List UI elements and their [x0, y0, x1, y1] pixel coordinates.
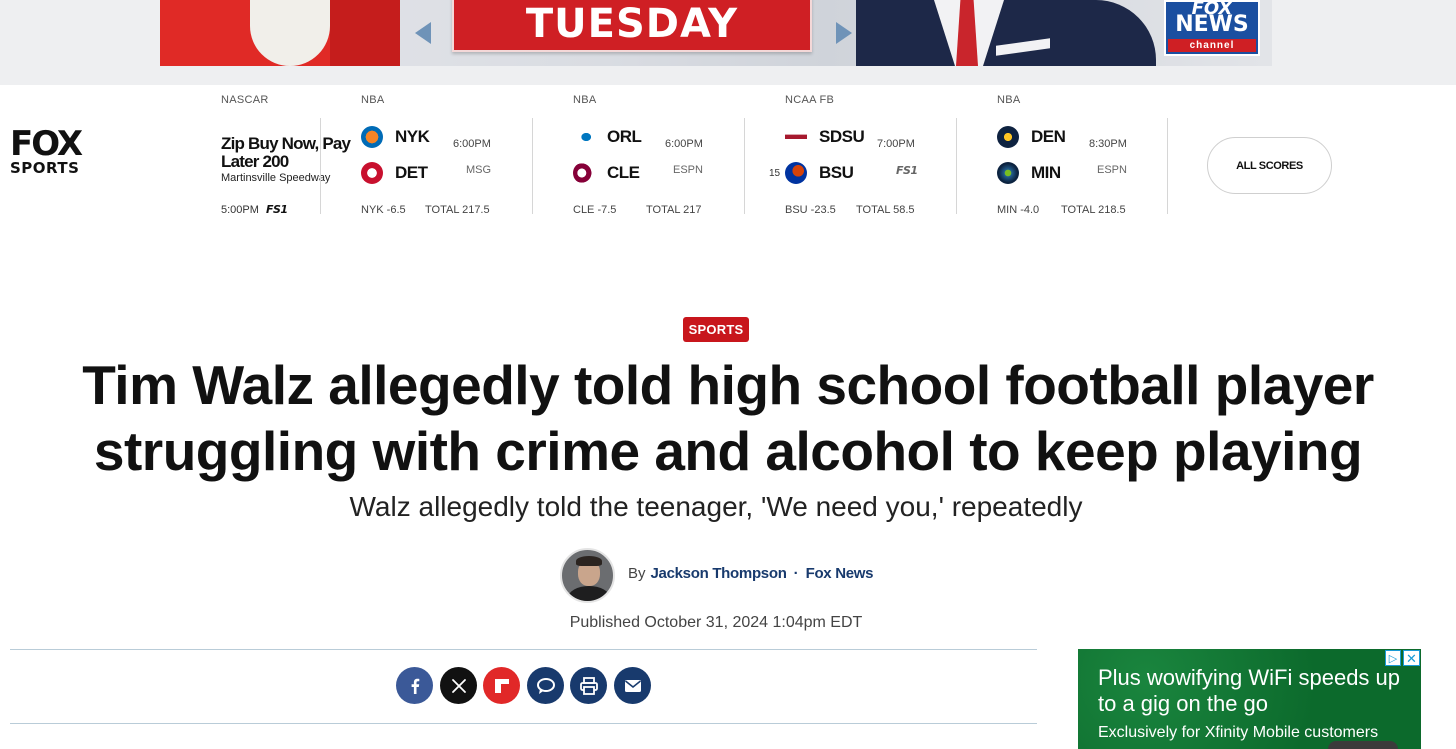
game-time: 8:30PM: [1089, 138, 1127, 150]
ad-headline: Plus wowifying WiFi speeds up to a gig o…: [1098, 665, 1401, 716]
knicks-logo-icon: [361, 126, 383, 148]
source-link[interactable]: Fox News: [806, 565, 874, 582]
league-label: NBA: [997, 94, 1021, 106]
divider: [1167, 118, 1168, 214]
total: TOTAL 218.5: [1061, 204, 1126, 216]
adchoices-icon[interactable]: ▷: [1385, 650, 1401, 666]
close-icon[interactable]: ✕: [1403, 650, 1420, 666]
arrow-right-icon: [836, 22, 852, 44]
divider: [744, 118, 745, 214]
team-row[interactable]: DET: [361, 162, 428, 184]
race-time: 5:00PM: [221, 204, 259, 216]
team-row[interactable]: MIN: [997, 162, 1061, 184]
author-avatar[interactable]: [560, 548, 615, 603]
device-image: [1328, 741, 1398, 749]
byline: By Jackson Thompson · Fox News: [628, 565, 874, 582]
share-email-button[interactable]: [614, 667, 651, 704]
ad-subtext: Exclusively for Xfinity Mobile customers: [1098, 724, 1379, 741]
team-row[interactable]: ORL: [573, 126, 642, 148]
team-seed: 15: [769, 167, 781, 179]
total: TOTAL 58.5: [856, 204, 915, 216]
arrow-left-icon: [415, 22, 431, 44]
anchor-woman-image: [160, 0, 400, 66]
comment-icon: [536, 677, 555, 694]
article-subhead: Walz allegedly told the teenager, 'We ne…: [349, 491, 1083, 522]
game-time: 6:00PM: [453, 138, 491, 150]
race-name[interactable]: Zip Buy Now, Pay Later 200: [221, 135, 351, 171]
team-row[interactable]: 15 BSU: [769, 162, 854, 184]
print-icon: [579, 676, 598, 695]
fox-news-channel-logo: FOX NEWS channel: [1164, 0, 1260, 56]
day-label: TUESDAY: [525, 1, 739, 47]
league-label: NBA: [573, 94, 597, 106]
game-time: 6:00PM: [665, 138, 703, 150]
comments-button[interactable]: [527, 667, 564, 704]
published-date: Published October 31, 2024 1:04pm EDT: [569, 614, 863, 631]
anchor-man-image: [856, 0, 1156, 66]
sdsu-logo-icon: [785, 126, 807, 148]
league-label: NCAA FB: [785, 94, 835, 106]
divider: [320, 118, 321, 214]
game-network: ESPN: [673, 164, 703, 176]
author-link[interactable]: Jackson Thompson: [651, 565, 787, 582]
share-facebook-button[interactable]: [396, 667, 433, 704]
team-row[interactable]: SDSU: [785, 126, 865, 148]
category-badge[interactable]: SPORTS: [683, 317, 749, 342]
divider: [956, 118, 957, 214]
game-network: ESPN: [1097, 164, 1127, 176]
flipboard-icon: [494, 678, 509, 693]
total: TOTAL 217.5: [425, 204, 490, 216]
boise-state-logo-icon: [785, 162, 807, 184]
share-x-button[interactable]: [440, 667, 477, 704]
total: TOTAL 217: [646, 204, 702, 216]
byline-separator: ·: [793, 565, 799, 582]
share-flipboard-button[interactable]: [483, 667, 520, 704]
headline-line: struggling with crime and alcohol to kee…: [93, 420, 1363, 482]
nuggets-logo-icon: [997, 126, 1019, 148]
league-label: NASCAR: [221, 94, 269, 106]
spread: BSU -23.5: [785, 204, 836, 216]
cavaliers-logo-icon: [573, 162, 595, 184]
facebook-icon: [411, 678, 419, 694]
league-label: NBA: [361, 94, 385, 106]
article-headline: Tim Walz allegedly told high school foot…: [40, 352, 1416, 484]
spread: MIN -4.0: [997, 204, 1040, 216]
network-logo: FS1: [266, 203, 288, 216]
spread: CLE -7.5: [573, 204, 617, 216]
byline-prefix: By: [628, 565, 646, 582]
team-row[interactable]: CLE: [573, 162, 640, 184]
fox-sports-logo[interactable]: FOX SPORTS: [10, 127, 90, 179]
x-icon: [451, 678, 466, 693]
day-banner: TUESDAY: [452, 0, 812, 52]
timberwolves-logo-icon: [997, 162, 1019, 184]
top-banner-ad[interactable]: TUESDAY FOX NEWS channel: [160, 0, 1272, 66]
spread: NYK -6.5: [361, 204, 406, 216]
race-track: Martinsville Speedway: [221, 172, 331, 184]
all-scores-button[interactable]: ALL SCORES: [1207, 137, 1332, 194]
email-icon: [624, 679, 641, 692]
headline-line: Tim Walz allegedly told high school foot…: [82, 354, 1374, 416]
magic-logo-icon: [573, 126, 595, 148]
sidebar-ad[interactable]: Plus wowifying WiFi speeds up to a gig o…: [1078, 649, 1421, 749]
game-time: 7:00PM: [877, 138, 915, 150]
print-button[interactable]: [570, 667, 607, 704]
divider: [532, 118, 533, 214]
network-logo: FS1: [896, 164, 918, 177]
team-row[interactable]: DEN: [997, 126, 1066, 148]
pistons-logo-icon: [361, 162, 383, 184]
team-row[interactable]: NYK: [361, 126, 430, 148]
divider: [10, 649, 1037, 650]
divider: [10, 723, 1037, 724]
game-network: MSG: [466, 164, 492, 176]
